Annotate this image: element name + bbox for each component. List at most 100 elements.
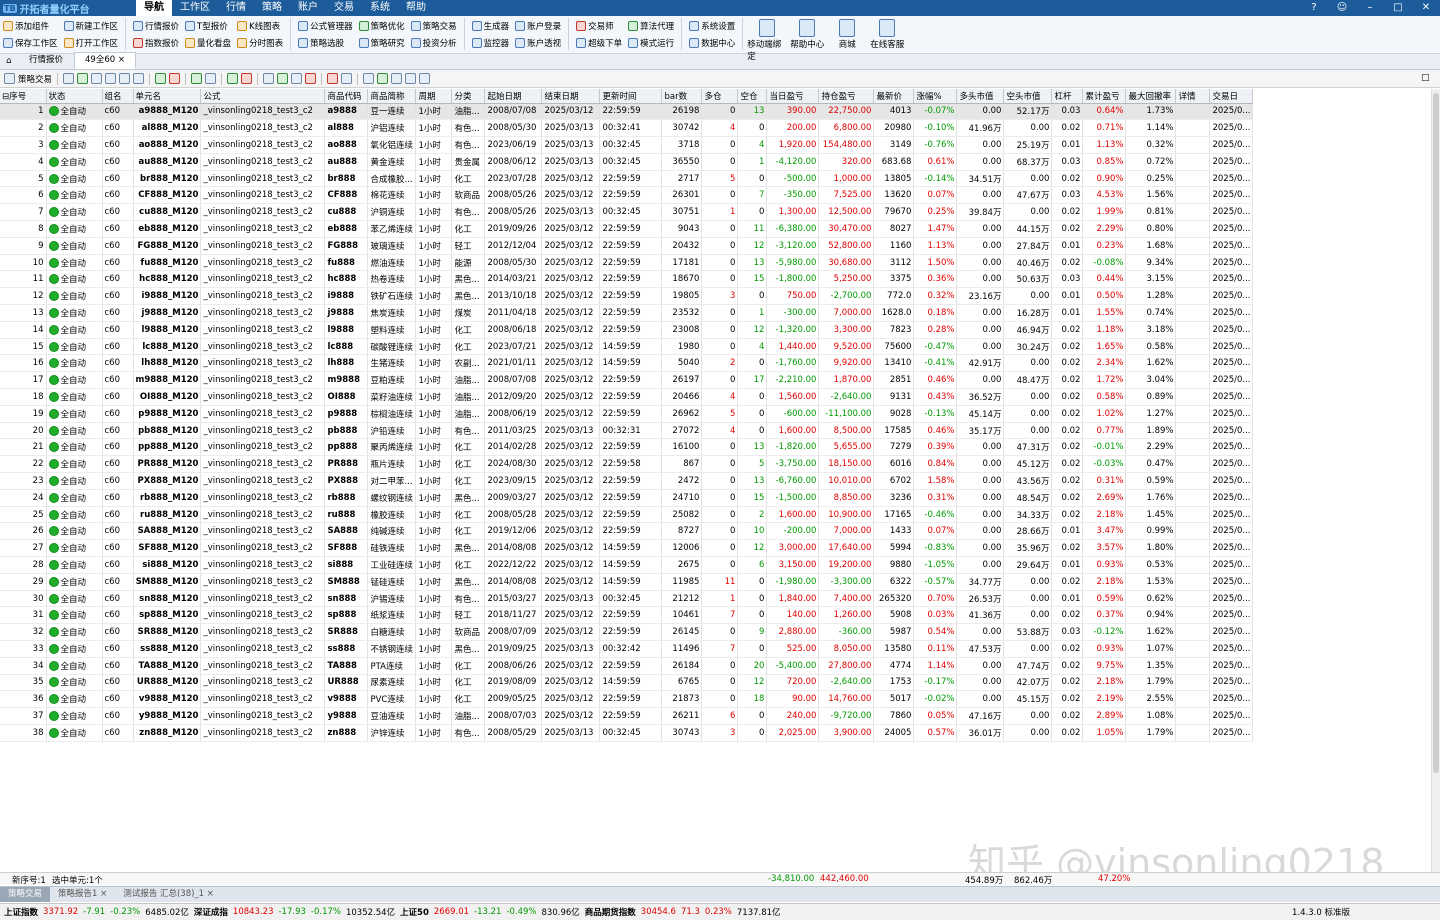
column-header[interactable]: 详情 xyxy=(1175,89,1211,104)
table-row[interactable]: 25 全自动 c60 ru888_M120 _vinsonling0218_test3_… xyxy=(0,506,1254,524)
formula-manager-button[interactable]: 公式管理器 xyxy=(295,18,356,34)
link-icon[interactable] xyxy=(227,73,239,84)
table-row[interactable]: 20 全自动 c60 pb888_M120 _vinsonling0218_test3_… xyxy=(0,422,1254,440)
column-header[interactable]: bar数 xyxy=(661,89,703,104)
table-row[interactable]: 35 全自动 c60 UR888_M120 _vinsonling0218_test3_… xyxy=(0,674,1254,692)
table-row[interactable]: 37 全自动 c60 y9888_M120 _vinsonling0218_test3_… xyxy=(0,707,1254,725)
table-row[interactable]: 1 全自动 c60 a9888_M120 _vinsonling0218_test3_c… xyxy=(0,103,1254,121)
column-header[interactable]: 组名 xyxy=(102,89,134,104)
t-quote-button[interactable]: T型报价 xyxy=(182,18,234,34)
quant-view-button[interactable]: 量化看盘 xyxy=(182,35,234,51)
chart-icon[interactable] xyxy=(277,73,289,84)
close-tab-icon[interactable]: × xyxy=(100,889,107,899)
index-name[interactable]: 深证成指 xyxy=(194,906,228,918)
column-header[interactable]: 公式 xyxy=(200,89,326,104)
kline-chart-button[interactable]: K线图表 xyxy=(234,18,286,34)
table-row[interactable]: 19 全自动 c60 p9888_M120 _vinsonling0218_test3_… xyxy=(0,405,1254,423)
table-row[interactable]: 21 全自动 c60 pp888_M120 _vinsonling0218_test3_… xyxy=(0,438,1254,457)
table-row[interactable]: 6 全自动 c60 CF888_M120 _vinsonling0218_test3_c… xyxy=(0,186,1254,205)
mode-run-button[interactable]: 模式运行 xyxy=(625,35,677,51)
new-workspace-button[interactable]: 新建工作区 xyxy=(61,18,122,34)
column-header[interactable]: 涨幅% xyxy=(913,89,958,104)
table-row[interactable]: 33 全自动 c60 ss888_M120 _vinsonling0218_test3_… xyxy=(0,640,1254,658)
menu-help[interactable]: 帮助 xyxy=(398,0,434,16)
account-login-button[interactable]: 账户登录 xyxy=(512,18,564,34)
column-header[interactable]: 商品简称 xyxy=(367,89,417,104)
column-header[interactable]: ⊟序号 xyxy=(0,89,47,104)
tab-strategy-trade[interactable]: 策略交易 xyxy=(0,887,51,902)
column-header[interactable]: 多仓 xyxy=(701,89,739,104)
table-row[interactable]: 18 全自动 c60 OI888_M120 _vinsonling0218_test3_… xyxy=(0,388,1254,406)
table-row[interactable]: 23 全自动 c60 PX888_M120 _vinsonling0218_test3_… xyxy=(0,472,1254,490)
calc-icon[interactable] xyxy=(105,73,117,84)
play-icon[interactable] xyxy=(155,73,167,84)
menu-account[interactable]: 账户 xyxy=(290,0,326,16)
sync-icon[interactable] xyxy=(91,73,103,84)
table-row[interactable]: 28 全自动 c60 si888_M120 _vinsonling0218_test3_… xyxy=(0,556,1254,574)
table-row[interactable]: 12 全自动 c60 i9888_M120 _vinsonling0218_test3_… xyxy=(0,287,1254,306)
restore-panel-icon[interactable]: □ xyxy=(1421,73,1431,87)
open-workspace-button[interactable]: 打开工作区 xyxy=(61,35,122,51)
table-row[interactable]: 13 全自动 c60 j9888_M120 _vinsonling0218_test3_… xyxy=(0,304,1254,322)
alert-icon[interactable] xyxy=(305,73,317,84)
image-icon[interactable] xyxy=(341,73,353,84)
strategy-optimize-button[interactable]: 策略优化 xyxy=(356,18,408,34)
columns-icon[interactable] xyxy=(419,73,431,84)
index-name[interactable]: 上证指数 xyxy=(4,906,38,918)
table-row[interactable]: 17 全自动 c60 m9888_M120 _vinsonling0218_test3_… xyxy=(0,371,1254,390)
timeshare-chart-button[interactable]: 分时图表 xyxy=(234,35,286,51)
menu-trade[interactable]: 交易 xyxy=(326,0,362,16)
user-icon[interactable]: ☺ xyxy=(1328,0,1356,16)
minimize-button[interactable]: – xyxy=(1356,0,1384,16)
column-header[interactable]: 空仓 xyxy=(737,89,768,104)
data-center-button[interactable]: 数据中心 xyxy=(686,35,738,51)
column-header[interactable]: 商品代码 xyxy=(324,89,369,104)
tab-quote-list[interactable]: 行情报价 xyxy=(18,52,74,69)
index-quote-button[interactable]: 指数报价 xyxy=(130,35,182,51)
lock-icon[interactable] xyxy=(133,73,145,84)
column-header[interactable]: 更新时间 xyxy=(599,89,663,104)
table-row[interactable]: 24 全自动 c60 rb888_M120 _vinsonling0218_test3_… xyxy=(0,489,1254,507)
table-row[interactable]: 32 全自动 c60 SR888_M120 _vinsonling0218_test3_… xyxy=(0,623,1254,641)
column-header[interactable]: 最大回撤率 xyxy=(1125,89,1177,104)
refresh-icon[interactable] xyxy=(77,73,89,84)
group-edit-icon[interactable] xyxy=(205,73,217,84)
unlink-icon[interactable] xyxy=(241,73,253,84)
close-tab-icon[interactable]: × xyxy=(207,889,214,899)
reload-icon[interactable] xyxy=(377,73,389,84)
super-order-button[interactable]: 超级下单 xyxy=(573,35,625,51)
save-workspace-button[interactable]: 保存工作区 xyxy=(0,35,61,51)
column-header[interactable]: 交易日 xyxy=(1209,89,1254,104)
index-name[interactable]: 上证50 xyxy=(400,906,429,918)
table-row[interactable]: 36 全自动 c60 v9888_M120 _vinsonling0218_test3_… xyxy=(0,690,1254,709)
table-row[interactable]: 8 全自动 c60 eb888_M120 _vinsonling0218_test3_c… xyxy=(0,220,1254,238)
online-support-button[interactable]: 在线客服 xyxy=(867,18,907,50)
store-button[interactable]: 商城 xyxy=(827,18,867,50)
filter-icon[interactable] xyxy=(405,73,417,84)
quote-list-button[interactable]: 行情报价 xyxy=(130,18,182,34)
table-icon[interactable] xyxy=(263,73,275,84)
column-header[interactable]: 最新价 xyxy=(873,89,915,104)
column-header[interactable]: 起始日期 xyxy=(484,89,543,104)
account-view-button[interactable]: 账户透视 xyxy=(512,35,564,51)
table-row[interactable]: 15 全自动 c60 lc888_M120 _vinsonling0218_test3_… xyxy=(0,338,1254,356)
system-settings-button[interactable]: 系统设置 xyxy=(686,18,738,34)
table-row[interactable]: 3 全自动 c60 ao888_M120 _vinsonling0218_test3_c… xyxy=(0,136,1254,154)
column-header[interactable]: 周期 xyxy=(415,89,453,104)
bar-chart-icon[interactable] xyxy=(327,73,339,84)
table-row[interactable]: 10 全自动 c60 fu888_M120 _vinsonling0218_test3_… xyxy=(0,254,1254,272)
table-row[interactable]: 4 全自动 c60 au888_M120 _vinsonling0218_test3_c… xyxy=(0,153,1254,171)
table-row[interactable]: 5 全自动 c60 br888_M120 _vinsonling0218_test3_c… xyxy=(0,170,1254,188)
column-header[interactable]: 单元名 xyxy=(133,89,202,104)
strategy-trade-icon[interactable] xyxy=(4,73,15,84)
index-name[interactable]: 商品期货指数 xyxy=(585,906,636,918)
algo-agent-button[interactable]: 算法代理 xyxy=(625,18,677,34)
strategy-research-button[interactable]: 策略研究 xyxy=(356,35,408,51)
column-header[interactable]: 累计盈亏 xyxy=(1082,89,1127,104)
table-row[interactable]: 26 全自动 c60 SA888_M120 _vinsonling0218_test3_… xyxy=(0,522,1254,541)
maximize-button[interactable]: □ xyxy=(1384,0,1412,16)
table-row[interactable]: 22 全自动 c60 PR888_M120 _vinsonling0218_test3_… xyxy=(0,455,1254,474)
group-icon[interactable] xyxy=(191,73,203,84)
column-header[interactable]: 杠杆 xyxy=(1051,89,1084,104)
close-button[interactable]: ✕ xyxy=(1412,0,1440,16)
